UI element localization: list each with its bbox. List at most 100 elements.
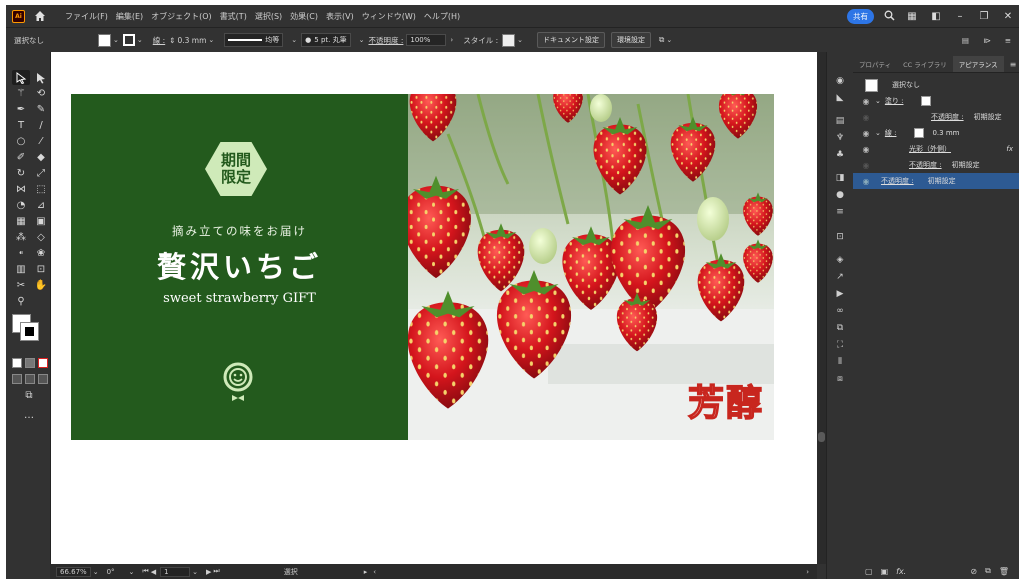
add-fill-icon[interactable]: ▣ [881, 567, 889, 576]
menu-view[interactable]: 表示(V) [322, 11, 358, 22]
stroke-color-swatch[interactable] [914, 128, 925, 138]
stroke-opacity-label[interactable]: 不透明度 : [909, 160, 942, 170]
measure-tool-icon[interactable]: ◇ [32, 230, 50, 245]
actions-panel-icon[interactable]: ▶ [827, 285, 853, 302]
shaper-tool-icon[interactable]: ✐ [12, 150, 30, 165]
none-mode-icon[interactable] [38, 358, 48, 368]
eraser-tool-icon[interactable]: ◆ [32, 150, 50, 165]
chevron-down-icon[interactable]: ⌄ [666, 36, 672, 44]
expand-chevron-icon[interactable]: ⌄ [875, 129, 881, 137]
fill-color-swatch[interactable] [921, 96, 932, 106]
graphic-styles-icon[interactable]: ⊡ [827, 228, 853, 245]
stroke-opacity-row[interactable]: ◉ 不透明度 : 初期設定 [853, 157, 1019, 173]
close-icon[interactable]: ✕ [1001, 11, 1015, 22]
status-arrow-icon[interactable]: ▸ [364, 568, 368, 576]
color-mode-icon[interactable] [12, 358, 22, 368]
lasso-tool-icon[interactable]: ⟲ [32, 86, 50, 101]
direct-selection-tool-icon[interactable] [32, 70, 50, 85]
symbol-sprayer-tool-icon[interactable]: ❀ [32, 246, 50, 261]
eye-icon[interactable]: ◉ [861, 177, 871, 186]
gradient-mode-icon[interactable] [25, 358, 35, 368]
first-artboard-icon[interactable]: ⏮ [142, 567, 148, 576]
menu-window[interactable]: ウィンドウ(W) [358, 11, 420, 22]
line-tool-icon[interactable]: / [32, 118, 50, 133]
layers-panel-icon[interactable]: ◈ [827, 251, 853, 268]
type-tool-icon[interactable]: T [12, 118, 30, 133]
style-swatch[interactable] [502, 33, 516, 47]
fill-stroke-selector[interactable] [12, 314, 42, 344]
ellipse-tool-icon[interactable]: ○ [12, 134, 30, 149]
home-icon[interactable] [33, 9, 47, 23]
transform-icon[interactable]: ⧐ [984, 36, 992, 45]
preferences-button[interactable]: 環境設定 [611, 32, 651, 48]
stroke-box[interactable] [20, 322, 39, 341]
rotate-tool-icon[interactable]: ↻ [12, 166, 30, 181]
symbols-panel-icon[interactable]: ♣ [827, 146, 853, 163]
align-icon[interactable]: ▤ [962, 36, 969, 45]
stroke-weight-field[interactable]: 0.3 mm [177, 36, 206, 45]
menu-effect[interactable]: 効果(C) [286, 11, 322, 22]
eyedropper-tool-icon[interactable]: ⁂ [12, 230, 30, 245]
blend-tool-icon[interactable]: ⁌ [12, 246, 30, 261]
color-guide-icon[interactable]: ◣ [827, 89, 853, 106]
rotation-field[interactable]: 0° [107, 568, 115, 576]
vertical-scrollbar[interactable] [817, 52, 826, 564]
document-setup-button[interactable]: ドキュメント設定 [537, 32, 605, 48]
chevron-down-icon[interactable]: ⌄ [208, 36, 214, 44]
artboards-panel-icon[interactable]: ⧉ [827, 319, 853, 336]
perspective-grid-tool-icon[interactable]: ⊿ [32, 198, 50, 213]
more-tools-icon[interactable]: … [20, 408, 38, 423]
tab-appearance[interactable]: アピアランス [952, 56, 1004, 72]
menu-edit[interactable]: 編集(E) [112, 11, 147, 22]
chevron-down-icon[interactable]: ⌄ [129, 568, 135, 576]
column-graph-tool-icon[interactable]: ▥ [12, 262, 30, 277]
effect-row[interactable]: ◉ 光彩（外側） fx [853, 141, 1019, 157]
add-stroke-icon[interactable]: ▢ [865, 567, 873, 576]
export-icon[interactable]: ↗ [827, 268, 853, 285]
fx-icon[interactable]: fx [1006, 145, 1013, 153]
draw-behind-icon[interactable] [25, 374, 35, 384]
artboard-canvas[interactable]: 期間 限定 摘み立ての味をお届け 贅沢いちご sweet strawberry … [51, 52, 817, 564]
prev-artboard-icon[interactable]: ◀ [151, 568, 156, 576]
screen-mode-icon[interactable]: ⧉ [20, 388, 38, 403]
gradient-panel-icon[interactable]: ● [827, 186, 853, 203]
eye-icon[interactable]: ◉ [861, 113, 871, 122]
eye-icon[interactable]: ◉ [861, 97, 871, 106]
scale-tool-icon[interactable]: ⤢ [32, 166, 50, 181]
eye-icon[interactable]: ◉ [861, 145, 871, 154]
pathfinder-panel-icon[interactable]: ⧈ [827, 370, 853, 387]
menu-object[interactable]: オブジェクト(O) [147, 11, 216, 22]
stepper-icon[interactable]: ⇕ [169, 36, 175, 45]
tab-properties[interactable]: プロパティ [853, 56, 897, 72]
shape-builder-tool-icon[interactable]: ◔ [12, 198, 30, 213]
arrange-documents-icon[interactable]: ▦ [905, 11, 919, 22]
fill-swatch[interactable] [98, 33, 111, 47]
fill-opacity-label[interactable]: 不透明度 : [931, 112, 964, 122]
control-menu-icon[interactable]: ≡ [1005, 36, 1011, 45]
fill-label[interactable]: 塗り : [885, 96, 904, 106]
workspace-icon[interactable]: ◧ [929, 11, 943, 22]
duplicate-item-icon[interactable]: ⧉ [985, 566, 991, 576]
eye-icon[interactable]: ◉ [861, 129, 871, 138]
chevron-down-icon[interactable]: ⌄ [291, 36, 297, 44]
fill-row[interactable]: ◉ ⌄ 塗り : [853, 93, 1019, 109]
artboard-tool-icon[interactable]: ⊡ [32, 262, 50, 277]
free-transform-tool-icon[interactable]: ⬚ [32, 182, 50, 197]
menu-file[interactable]: ファイル(F) [61, 11, 112, 22]
eye-icon[interactable]: ◉ [861, 161, 871, 170]
brush-tool-icon[interactable]: ⁄ [32, 134, 50, 149]
scroll-right-icon[interactable]: › [806, 568, 809, 576]
chevron-down-icon[interactable]: ⌄ [359, 36, 365, 44]
search-icon[interactable] [884, 10, 895, 23]
opacity-label[interactable]: 不透明度 : [368, 35, 403, 46]
stroke-value[interactable]: 0.3 mm [932, 129, 959, 137]
magic-wand-tool-icon[interactable]: ⚚ [12, 86, 30, 101]
draw-normal-icon[interactable] [12, 374, 22, 384]
zoom-field[interactable]: 66.67% [56, 566, 91, 577]
chevron-down-icon[interactable]: ⌄ [93, 568, 99, 576]
add-effect-icon[interactable]: fx. [896, 567, 906, 576]
menu-select[interactable]: 選択(S) [251, 11, 286, 22]
panel-menu-icon[interactable]: ≡ [1004, 57, 1019, 72]
fill-opacity-row[interactable]: ◉ 不透明度 : 初期設定 [853, 109, 1019, 125]
swatches-panel-icon[interactable]: ▤ [827, 112, 853, 129]
